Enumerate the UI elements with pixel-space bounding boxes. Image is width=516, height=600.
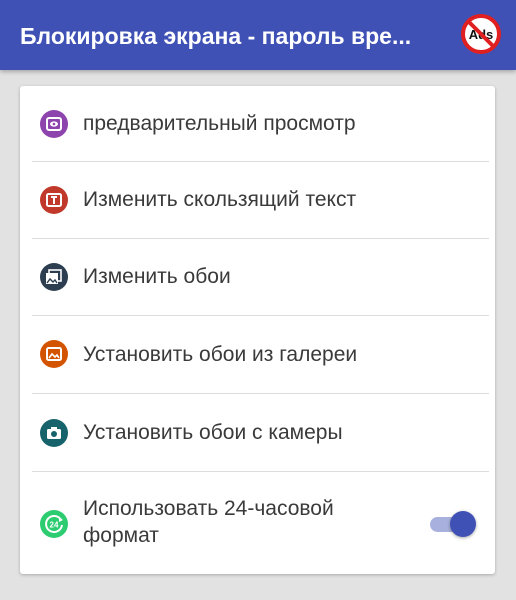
clock-24-icon: 24 <box>40 510 68 538</box>
sliding-text-label: Изменить скользящий текст <box>83 188 357 211</box>
toggle-knob <box>450 511 476 537</box>
change-wallpaper-item[interactable]: Изменить обои <box>20 239 495 316</box>
sliding-text-item[interactable]: Изменить скользящий текст <box>20 162 495 239</box>
gallery-image-icon <box>40 340 68 368</box>
preview-eye-icon <box>40 110 68 138</box>
remove-ads-button[interactable]: Ads <box>461 14 501 54</box>
app-title: Блокировка экрана - пароль вре... <box>20 23 412 49</box>
camera-wallpaper-item[interactable]: Установить обои с камеры <box>20 394 495 472</box>
format-24h-item[interactable]: 24 Использовать 24-часовой формат <box>20 472 495 574</box>
format-24h-label-line1: Использовать 24-часовой <box>83 497 334 520</box>
preview-label: предварительный просмотр <box>83 112 356 135</box>
gallery-wallpaper-item[interactable]: Установить обои из галереи <box>20 316 495 394</box>
format-24h-label-line2: формат <box>83 524 159 547</box>
preview-item[interactable]: предварительный просмотр <box>20 86 495 162</box>
gallery-wallpaper-label: Установить обои из галереи <box>83 343 358 366</box>
format-24h-toggle[interactable] <box>428 510 476 538</box>
svg-text:24: 24 <box>50 521 59 530</box>
no-ads-icon: Ads <box>461 14 501 54</box>
wallpapers-icon <box>40 263 68 291</box>
sliding-text-icon <box>40 186 68 214</box>
app-bar: Блокировка экрана - пароль вре... Ads <box>0 0 516 70</box>
settings-card: предварительный просмотр Изменить скольз… <box>20 86 495 574</box>
change-wallpaper-label: Изменить обои <box>83 265 231 288</box>
camera-wallpaper-label: Установить обои с камеры <box>83 421 343 444</box>
camera-icon <box>40 419 68 447</box>
